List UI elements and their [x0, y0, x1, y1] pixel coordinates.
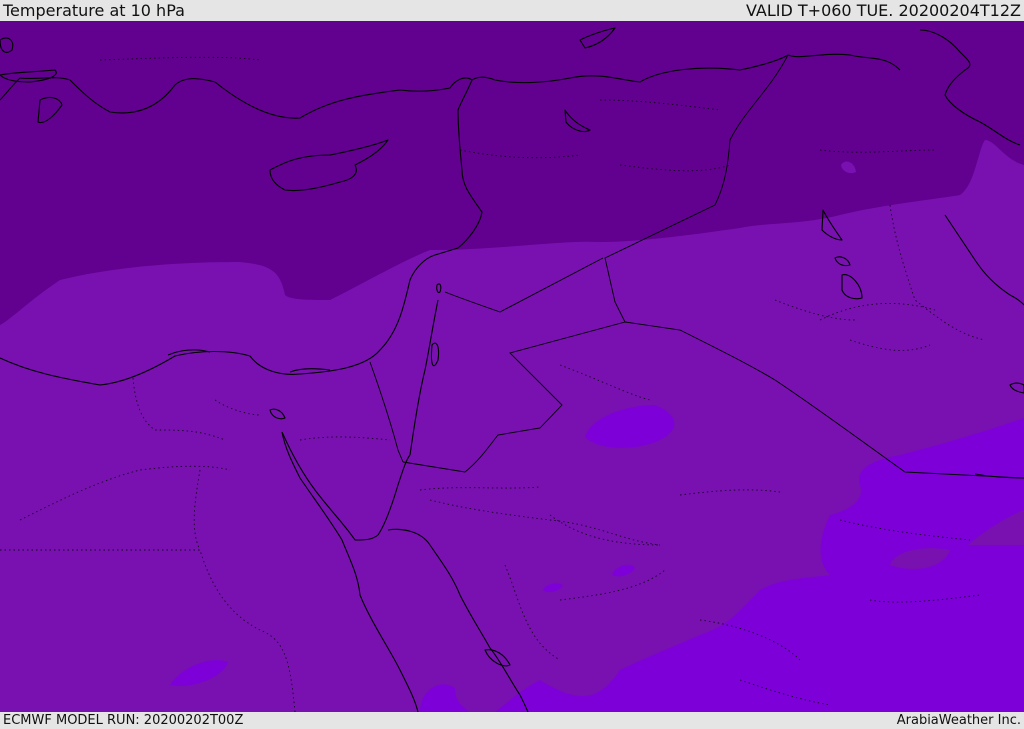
valid-time: VALID T+060 TUE. 20200204T12Z: [745, 1, 1021, 20]
map-title: Temperature at 10 hPa: [3, 1, 185, 20]
model-run: ECMWF MODEL RUN: 20200202T00Z: [3, 713, 244, 728]
temperature-map[interactable]: [0, 21, 1024, 712]
footer-bar: ECMWF MODEL RUN: 20200202T00Z ArabiaWeat…: [0, 712, 1024, 729]
header-bar: Temperature at 10 hPa VALID T+060 TUE. 2…: [0, 0, 1024, 21]
credit: ArabiaWeather Inc.: [896, 713, 1021, 728]
